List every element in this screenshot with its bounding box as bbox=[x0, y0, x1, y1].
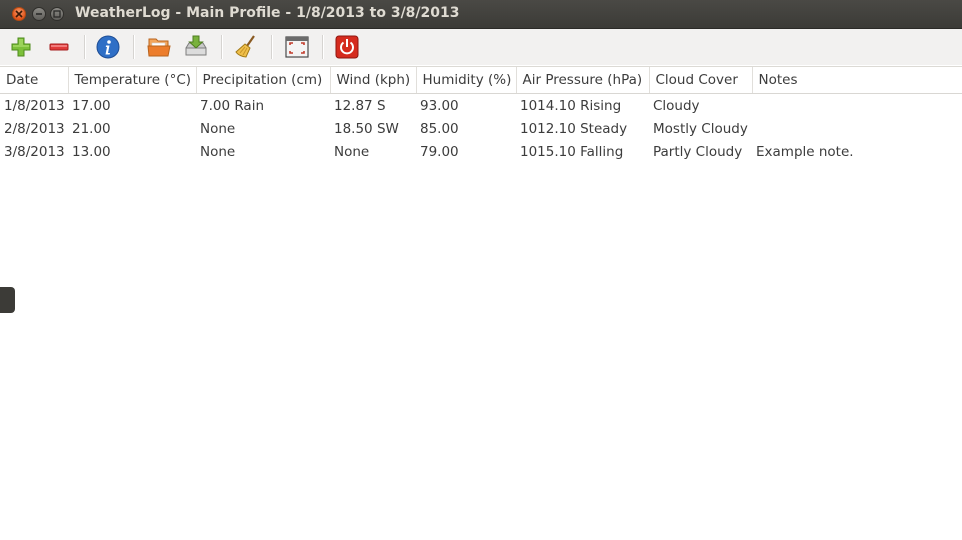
minimize-icon bbox=[36, 13, 42, 15]
toolbar-separator bbox=[271, 35, 273, 59]
open-button[interactable] bbox=[145, 33, 173, 61]
cell-cloud-cover: Mostly Cloudy bbox=[653, 120, 748, 137]
column-header-precipitation[interactable]: Precipitation (cm) bbox=[196, 67, 331, 94]
cell-date: 2/8/2013 bbox=[4, 120, 65, 137]
import-button[interactable] bbox=[182, 33, 210, 61]
cell-wind: 12.87 S bbox=[334, 97, 386, 114]
add-button[interactable] bbox=[7, 33, 35, 61]
remove-icon bbox=[49, 43, 69, 51]
cell-notes bbox=[752, 94, 962, 118]
toolbar-separator bbox=[133, 35, 135, 59]
import-icon bbox=[185, 35, 207, 56]
maximize-icon bbox=[53, 10, 61, 18]
table-row[interactable]: 3/8/2013 13.00 None None 79.00 1015.10 F… bbox=[0, 140, 962, 163]
cell-date: 3/8/2013 bbox=[4, 143, 65, 160]
cell-cloud-cover: Partly Cloudy bbox=[653, 143, 743, 160]
cell-air-pressure: 1014.10 Rising bbox=[520, 97, 622, 114]
title-bar: WeatherLog - Main Profile - 1/8/2013 to … bbox=[0, 0, 962, 29]
cell-humidity: 93.00 bbox=[420, 97, 459, 114]
minimize-window-button[interactable] bbox=[32, 7, 46, 21]
toolbar-separator bbox=[221, 35, 223, 59]
cell-air-pressure: 1012.10 Steady bbox=[520, 120, 628, 137]
cell-air-pressure: 1015.10 Falling bbox=[520, 143, 624, 160]
column-header-date[interactable]: Date bbox=[0, 67, 69, 94]
close-window-button[interactable] bbox=[12, 7, 26, 21]
info-icon bbox=[96, 35, 120, 59]
cell-precipitation: 7.00 Rain bbox=[200, 97, 265, 114]
cell-notes: Example note. bbox=[756, 143, 854, 160]
maximize-window-button[interactable] bbox=[50, 7, 64, 21]
add-icon bbox=[11, 37, 31, 57]
window-title: WeatherLog - Main Profile - 1/8/2013 to … bbox=[75, 5, 460, 21]
side-panel-handle[interactable] bbox=[0, 287, 15, 313]
cell-humidity: 85.00 bbox=[420, 120, 459, 137]
quit-button[interactable] bbox=[333, 33, 361, 61]
column-header-temperature[interactable]: Temperature (°C) bbox=[68, 67, 197, 94]
clear-button[interactable] bbox=[232, 33, 260, 61]
column-header-notes[interactable]: Notes bbox=[752, 67, 962, 94]
table-row[interactable]: 1/8/2013 17.00 7.00 Rain 12.87 S 93.00 1… bbox=[0, 94, 962, 118]
column-header-air-pressure[interactable]: Air Pressure (hPa) bbox=[516, 67, 650, 94]
open-folder-icon bbox=[147, 38, 171, 57]
cell-temperature: 13.00 bbox=[72, 143, 111, 160]
table-row[interactable]: 2/8/2013 21.00 None 18.50 SW 85.00 1012.… bbox=[0, 117, 962, 140]
cell-temperature: 17.00 bbox=[72, 97, 111, 114]
column-header-wind[interactable]: Wind (kph) bbox=[330, 67, 417, 94]
cell-precipitation: None bbox=[200, 120, 236, 137]
cell-humidity: 79.00 bbox=[420, 143, 459, 160]
toolbar-separator bbox=[84, 35, 86, 59]
close-icon bbox=[15, 10, 23, 18]
table-header-row: Date Temperature (°C) Precipitation (cm)… bbox=[0, 67, 962, 94]
cell-cloud-cover: Cloudy bbox=[653, 97, 700, 114]
cell-precipitation: None bbox=[200, 143, 236, 160]
fullscreen-icon bbox=[285, 36, 309, 58]
toolbar bbox=[0, 29, 962, 65]
fullscreen-button[interactable] bbox=[283, 33, 311, 61]
clear-broom-icon bbox=[235, 35, 255, 58]
remove-button[interactable] bbox=[45, 33, 73, 61]
power-icon bbox=[335, 35, 359, 59]
cell-notes bbox=[752, 117, 962, 140]
toolbar-separator bbox=[322, 35, 324, 59]
info-button[interactable] bbox=[94, 33, 122, 61]
column-header-cloud-cover[interactable]: Cloud Cover bbox=[649, 67, 753, 94]
cell-date: 1/8/2013 bbox=[4, 97, 65, 114]
cell-temperature: 21.00 bbox=[72, 120, 111, 137]
cell-wind: 18.50 SW bbox=[334, 120, 399, 137]
column-header-humidity[interactable]: Humidity (%) bbox=[416, 67, 517, 94]
cell-wind: None bbox=[334, 143, 370, 160]
weather-data-table[interactable]: Date Temperature (°C) Precipitation (cm)… bbox=[0, 66, 962, 540]
